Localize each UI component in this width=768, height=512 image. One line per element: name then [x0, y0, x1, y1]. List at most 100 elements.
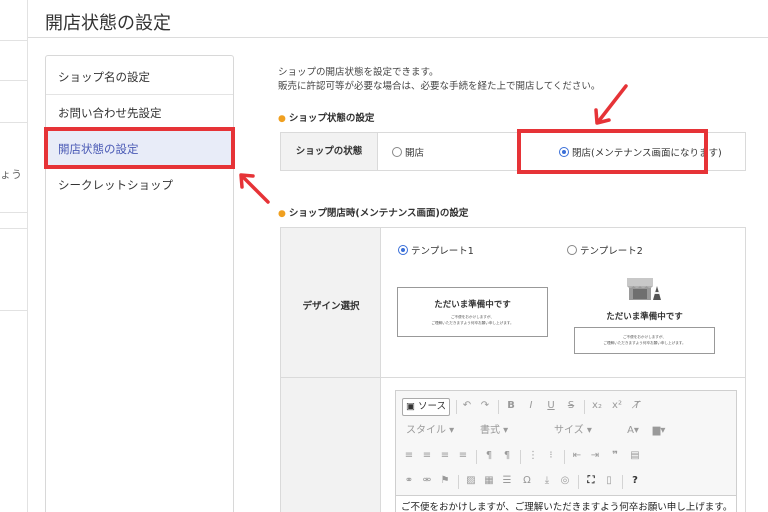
background-window: ょう — [0, 0, 28, 512]
preview-title: ただいま準備中です — [434, 300, 511, 310]
strikethrough-icon[interactable]: S — [564, 398, 578, 414]
maximize-icon[interactable]: ⛶ — [584, 473, 598, 489]
preview-title: ただいま準備中です — [606, 312, 683, 322]
image-icon[interactable]: ▨ — [464, 473, 478, 489]
editor-toolbar-row: ≡ ≡ ≡ ≡ ¶ ¶ ⋮ ⁝ ⇤ ⇥ ❞ ▤ — [396, 444, 736, 468]
anchor-flag-icon[interactable]: ⚑ — [438, 473, 452, 489]
row-header: デザイン選択 — [281, 228, 381, 512]
intro-line: ショップの開店状態を設定できます。 — [278, 67, 439, 78]
section-title-maintenance: ● ショップ閉店時(メンテナンス画面)の設定 — [278, 205, 468, 219]
div-container-icon[interactable]: ▤ — [628, 448, 642, 464]
radio-template-1-label[interactable]: テンプレート1 — [411, 243, 474, 257]
shop-closed-icon — [627, 278, 661, 300]
format-label: 書式 — [480, 425, 500, 436]
sidebar-item-contact[interactable]: お問い合わせ先設定 — [46, 95, 233, 131]
editor-toolbar-row: ▣ ソース ↶ ↷ B I U S x₂ x² T̸ — [396, 394, 736, 418]
radio-open[interactable] — [392, 147, 402, 157]
section-title-shop-state: ● ショップ状態の設定 — [278, 110, 374, 124]
indent-icon[interactable]: ⇥ — [588, 448, 602, 464]
page-break-icon[interactable]: ⤓ — [540, 473, 554, 489]
divider — [564, 450, 565, 464]
page-title: 開店状態の設定 — [45, 13, 171, 34]
settings-panel: 開店状態の設定 ショップ名の設定 お問い合わせ先設定 開店状態の設定 シークレッ… — [28, 0, 768, 512]
source-label: ソース — [418, 401, 447, 412]
chevron-down-icon: ▾ — [583, 425, 592, 436]
table-icon[interactable]: ▦ — [482, 473, 496, 489]
link-icon[interactable]: ⚭ — [402, 473, 416, 489]
intro-line: 販売に許認可等が必要な場合は、必要な手続を経た上で開店してください。 — [278, 81, 601, 92]
maintenance-table: デザイン選択 テンプレート1 テンプレート2 ただいま準備中です ご不便をおかけ… — [280, 227, 746, 512]
superscript-icon[interactable]: x² — [610, 398, 624, 414]
bullet-icon: ● — [278, 209, 286, 219]
divider — [458, 475, 459, 489]
underline-icon[interactable]: U — [544, 398, 558, 414]
ltr-icon[interactable]: ¶ — [482, 448, 496, 464]
preview-text: ご不便をおかけしますが、 — [450, 315, 495, 319]
divider — [281, 377, 381, 378]
numbered-list-icon[interactable]: ⋮ — [526, 448, 540, 464]
row-label: ショップの状態 — [281, 133, 378, 170]
highlight-box — [44, 127, 235, 169]
preview-text: ご不便をおかけしますが、 — [622, 335, 667, 339]
divider — [0, 122, 28, 123]
sidebar-item-secret-shop[interactable]: シークレットショップ — [46, 167, 233, 203]
template-1-preview[interactable]: ただいま準備中です ご不便をおかけしますが、 ご理解いただきますよう何卒お願い申… — [397, 287, 548, 337]
bg-color-icon[interactable]: ▆▾ — [648, 423, 670, 439]
divider — [0, 310, 28, 311]
radio-template-1[interactable] — [398, 245, 408, 255]
panel-header: 開店状態の設定 — [28, 0, 768, 38]
rich-text-editor: ▣ ソース ↶ ↷ B I U S x₂ x² T̸ スタイル ▾ 書式 ▾ サ… — [395, 390, 737, 512]
special-char-icon[interactable]: Ω — [520, 473, 534, 489]
editor-content[interactable]: ご不便をおかけしますが、ご理解いただきますよう何卒お願い申し上げます。 — [396, 495, 736, 512]
divider — [520, 450, 521, 464]
radio-open-label[interactable]: 開店 — [405, 145, 424, 159]
size-dropdown[interactable]: サイズ ▾ — [554, 423, 614, 439]
divider — [584, 400, 585, 414]
subscript-icon[interactable]: x₂ — [590, 398, 604, 414]
format-dropdown[interactable]: 書式 ▾ — [480, 423, 544, 439]
divider — [622, 475, 623, 489]
rtl-icon[interactable]: ¶ — [500, 448, 514, 464]
source-button[interactable]: ▣ ソース — [402, 398, 450, 416]
editor-toolbar-row: スタイル ▾ 書式 ▾ サイズ ▾ A▾ ▆▾ — [396, 419, 736, 443]
iframe-icon[interactable]: ◎ — [558, 473, 572, 489]
align-left-icon[interactable]: ≡ — [402, 448, 416, 464]
redo-icon[interactable]: ↷ — [478, 398, 492, 414]
divider — [381, 377, 745, 378]
divider — [0, 228, 28, 229]
text-color-icon[interactable]: A▾ — [622, 423, 644, 439]
section-title-text: ショップ閉店時(メンテナンス画面)の設定 — [288, 208, 469, 219]
divider — [0, 212, 28, 213]
outdent-icon[interactable]: ⇤ — [570, 448, 584, 464]
background-text: ょう — [0, 168, 22, 181]
template-2-preview[interactable]: ご不便をおかけしますが、 ご理解いただきますよう何卒お願い申し上げます。 — [574, 327, 715, 354]
radio-template-2[interactable] — [567, 245, 577, 255]
preview-text: ご理解いただきますよう何卒お願い申し上げます。 — [603, 341, 686, 345]
source-icon: ▣ — [406, 401, 418, 412]
bold-icon[interactable]: B — [504, 398, 518, 414]
editor-toolbar-row: ⚭ ⚮ ⚑ ▨ ▦ ☰ Ω ⤓ ◎ ⛶ ▯ ? — [396, 469, 736, 493]
align-justify-icon[interactable]: ≡ — [456, 448, 470, 464]
section-title-text: ショップ状態の設定 — [288, 113, 375, 124]
bulleted-list-icon[interactable]: ⁝ — [544, 448, 558, 464]
align-center-icon[interactable]: ≡ — [420, 448, 434, 464]
sidebar-item-shop-name[interactable]: ショップ名の設定 — [46, 59, 233, 95]
chevron-down-icon: ▾ — [446, 425, 455, 436]
divider — [0, 80, 28, 81]
unlink-icon[interactable]: ⚮ — [420, 473, 434, 489]
horizontal-rule-icon[interactable]: ☰ — [500, 473, 514, 489]
help-icon[interactable]: ? — [628, 473, 642, 489]
align-right-icon[interactable]: ≡ — [438, 448, 452, 464]
radio-template-2-label[interactable]: テンプレート2 — [580, 243, 643, 257]
remove-format-icon[interactable]: T̸ — [630, 398, 644, 414]
annotation-arrow-icon — [239, 173, 270, 204]
annotation-arrow-icon — [594, 84, 628, 125]
style-dropdown[interactable]: スタイル ▾ — [406, 423, 470, 439]
style-label: スタイル — [406, 425, 446, 436]
italic-icon[interactable]: I — [524, 398, 538, 414]
divider — [476, 450, 477, 464]
undo-icon[interactable]: ↶ — [460, 398, 474, 414]
bullet-icon: ● — [278, 114, 286, 124]
show-blocks-icon[interactable]: ▯ — [602, 473, 616, 489]
blockquote-icon[interactable]: ❞ — [608, 448, 622, 464]
